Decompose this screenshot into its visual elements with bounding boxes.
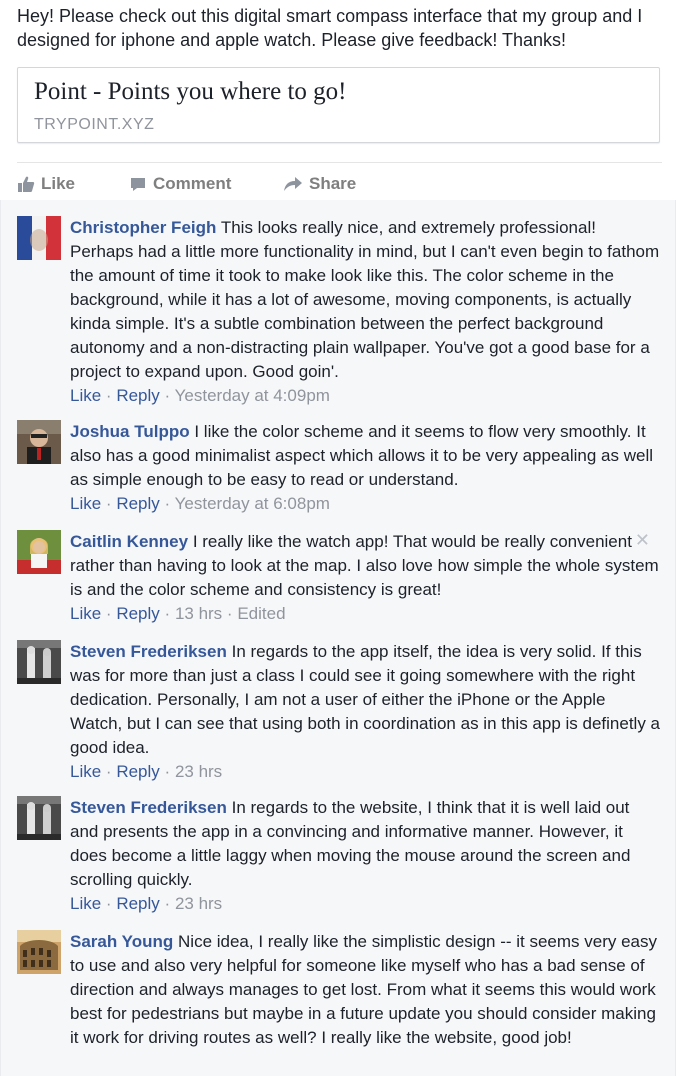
share-button[interactable]: Share: [283, 170, 356, 198]
comment-reply-link[interactable]: Reply: [116, 386, 159, 405]
separator: ·: [226, 604, 233, 623]
share-label: Share: [309, 174, 357, 193]
comment-like-link[interactable]: Like: [70, 762, 101, 781]
close-icon[interactable]: ✕: [635, 530, 650, 551]
separator: ·: [164, 604, 171, 623]
comment-author[interactable]: Christopher Feigh: [70, 218, 216, 237]
link-title[interactable]: Point - Points you where to go!: [34, 78, 347, 106]
like-label: Like: [41, 174, 76, 193]
comment-meta: Like · Reply · 13 hrs · Edited: [70, 602, 660, 626]
thumbs-up-icon: [18, 176, 35, 192]
comment-meta: Like · Reply · 23 hrs: [70, 892, 660, 916]
avatar[interactable]: [17, 930, 61, 974]
comment-timestamp[interactable]: 13 hrs: [175, 604, 222, 623]
comment-like-link[interactable]: Like: [70, 494, 101, 513]
comment-like-link[interactable]: Like: [70, 894, 101, 913]
post-text: Hey! Please check out this digital smart…: [17, 6, 643, 50]
avatar[interactable]: [17, 530, 61, 574]
comment-button[interactable]: Comment: [129, 170, 231, 198]
avatar[interactable]: [17, 420, 61, 464]
avatar[interactable]: [17, 796, 61, 840]
comment-timestamp[interactable]: Yesterday at 6:08pm: [175, 494, 330, 513]
comment-author[interactable]: Sarah Young: [70, 932, 173, 951]
comment-author[interactable]: Steven Frederiksen: [70, 798, 227, 817]
comment-reply-link[interactable]: Reply: [116, 604, 159, 623]
separator: ·: [164, 894, 171, 913]
share-arrow-icon: [284, 177, 302, 191]
link-domain: TRYPOINT.XYZ: [34, 116, 155, 133]
comment-timestamp[interactable]: 23 hrs: [175, 894, 222, 913]
post-action-bar: Like Comment Share: [17, 170, 662, 198]
comment-author[interactable]: Steven Frederiksen: [70, 642, 227, 661]
comment-label: Comment: [153, 174, 232, 193]
avatar[interactable]: [17, 216, 61, 260]
comment-timestamp[interactable]: 23 hrs: [175, 762, 222, 781]
comment-author[interactable]: Joshua Tulppo: [70, 422, 190, 441]
comment-like-link[interactable]: Like: [70, 386, 101, 405]
separator: ·: [105, 494, 112, 513]
divider: [17, 162, 662, 163]
like-button[interactable]: Like: [17, 170, 75, 198]
separator: ·: [164, 494, 171, 513]
separator: ·: [164, 386, 171, 405]
comment-reply-link[interactable]: Reply: [116, 494, 159, 513]
comment-timestamp[interactable]: Yesterday at 4:09pm: [175, 386, 330, 405]
edited-label[interactable]: Edited: [237, 604, 285, 623]
comment-meta: Like · Reply · Yesterday at 6:08pm: [70, 492, 660, 516]
avatar[interactable]: [17, 640, 61, 684]
comment-meta: Like · Reply · 23 hrs: [70, 760, 660, 784]
separator: ·: [164, 762, 171, 781]
comment-icon: [131, 178, 145, 191]
comment-like-link[interactable]: Like: [70, 604, 101, 623]
comment-reply-link[interactable]: Reply: [116, 762, 159, 781]
separator: ·: [105, 604, 112, 623]
comment-author[interactable]: Caitlin Kenney: [70, 532, 188, 551]
comment-text: This looks really nice, and extremely pr…: [70, 218, 660, 381]
separator: ·: [105, 894, 112, 913]
link-preview-card[interactable]: Point - Points you where to go! TRYPOINT…: [17, 67, 660, 143]
comment-meta: Like · Reply · Yesterday at 4:09pm: [70, 384, 660, 408]
separator: ·: [105, 762, 112, 781]
separator: ·: [105, 386, 112, 405]
comment-reply-link[interactable]: Reply: [116, 894, 159, 913]
